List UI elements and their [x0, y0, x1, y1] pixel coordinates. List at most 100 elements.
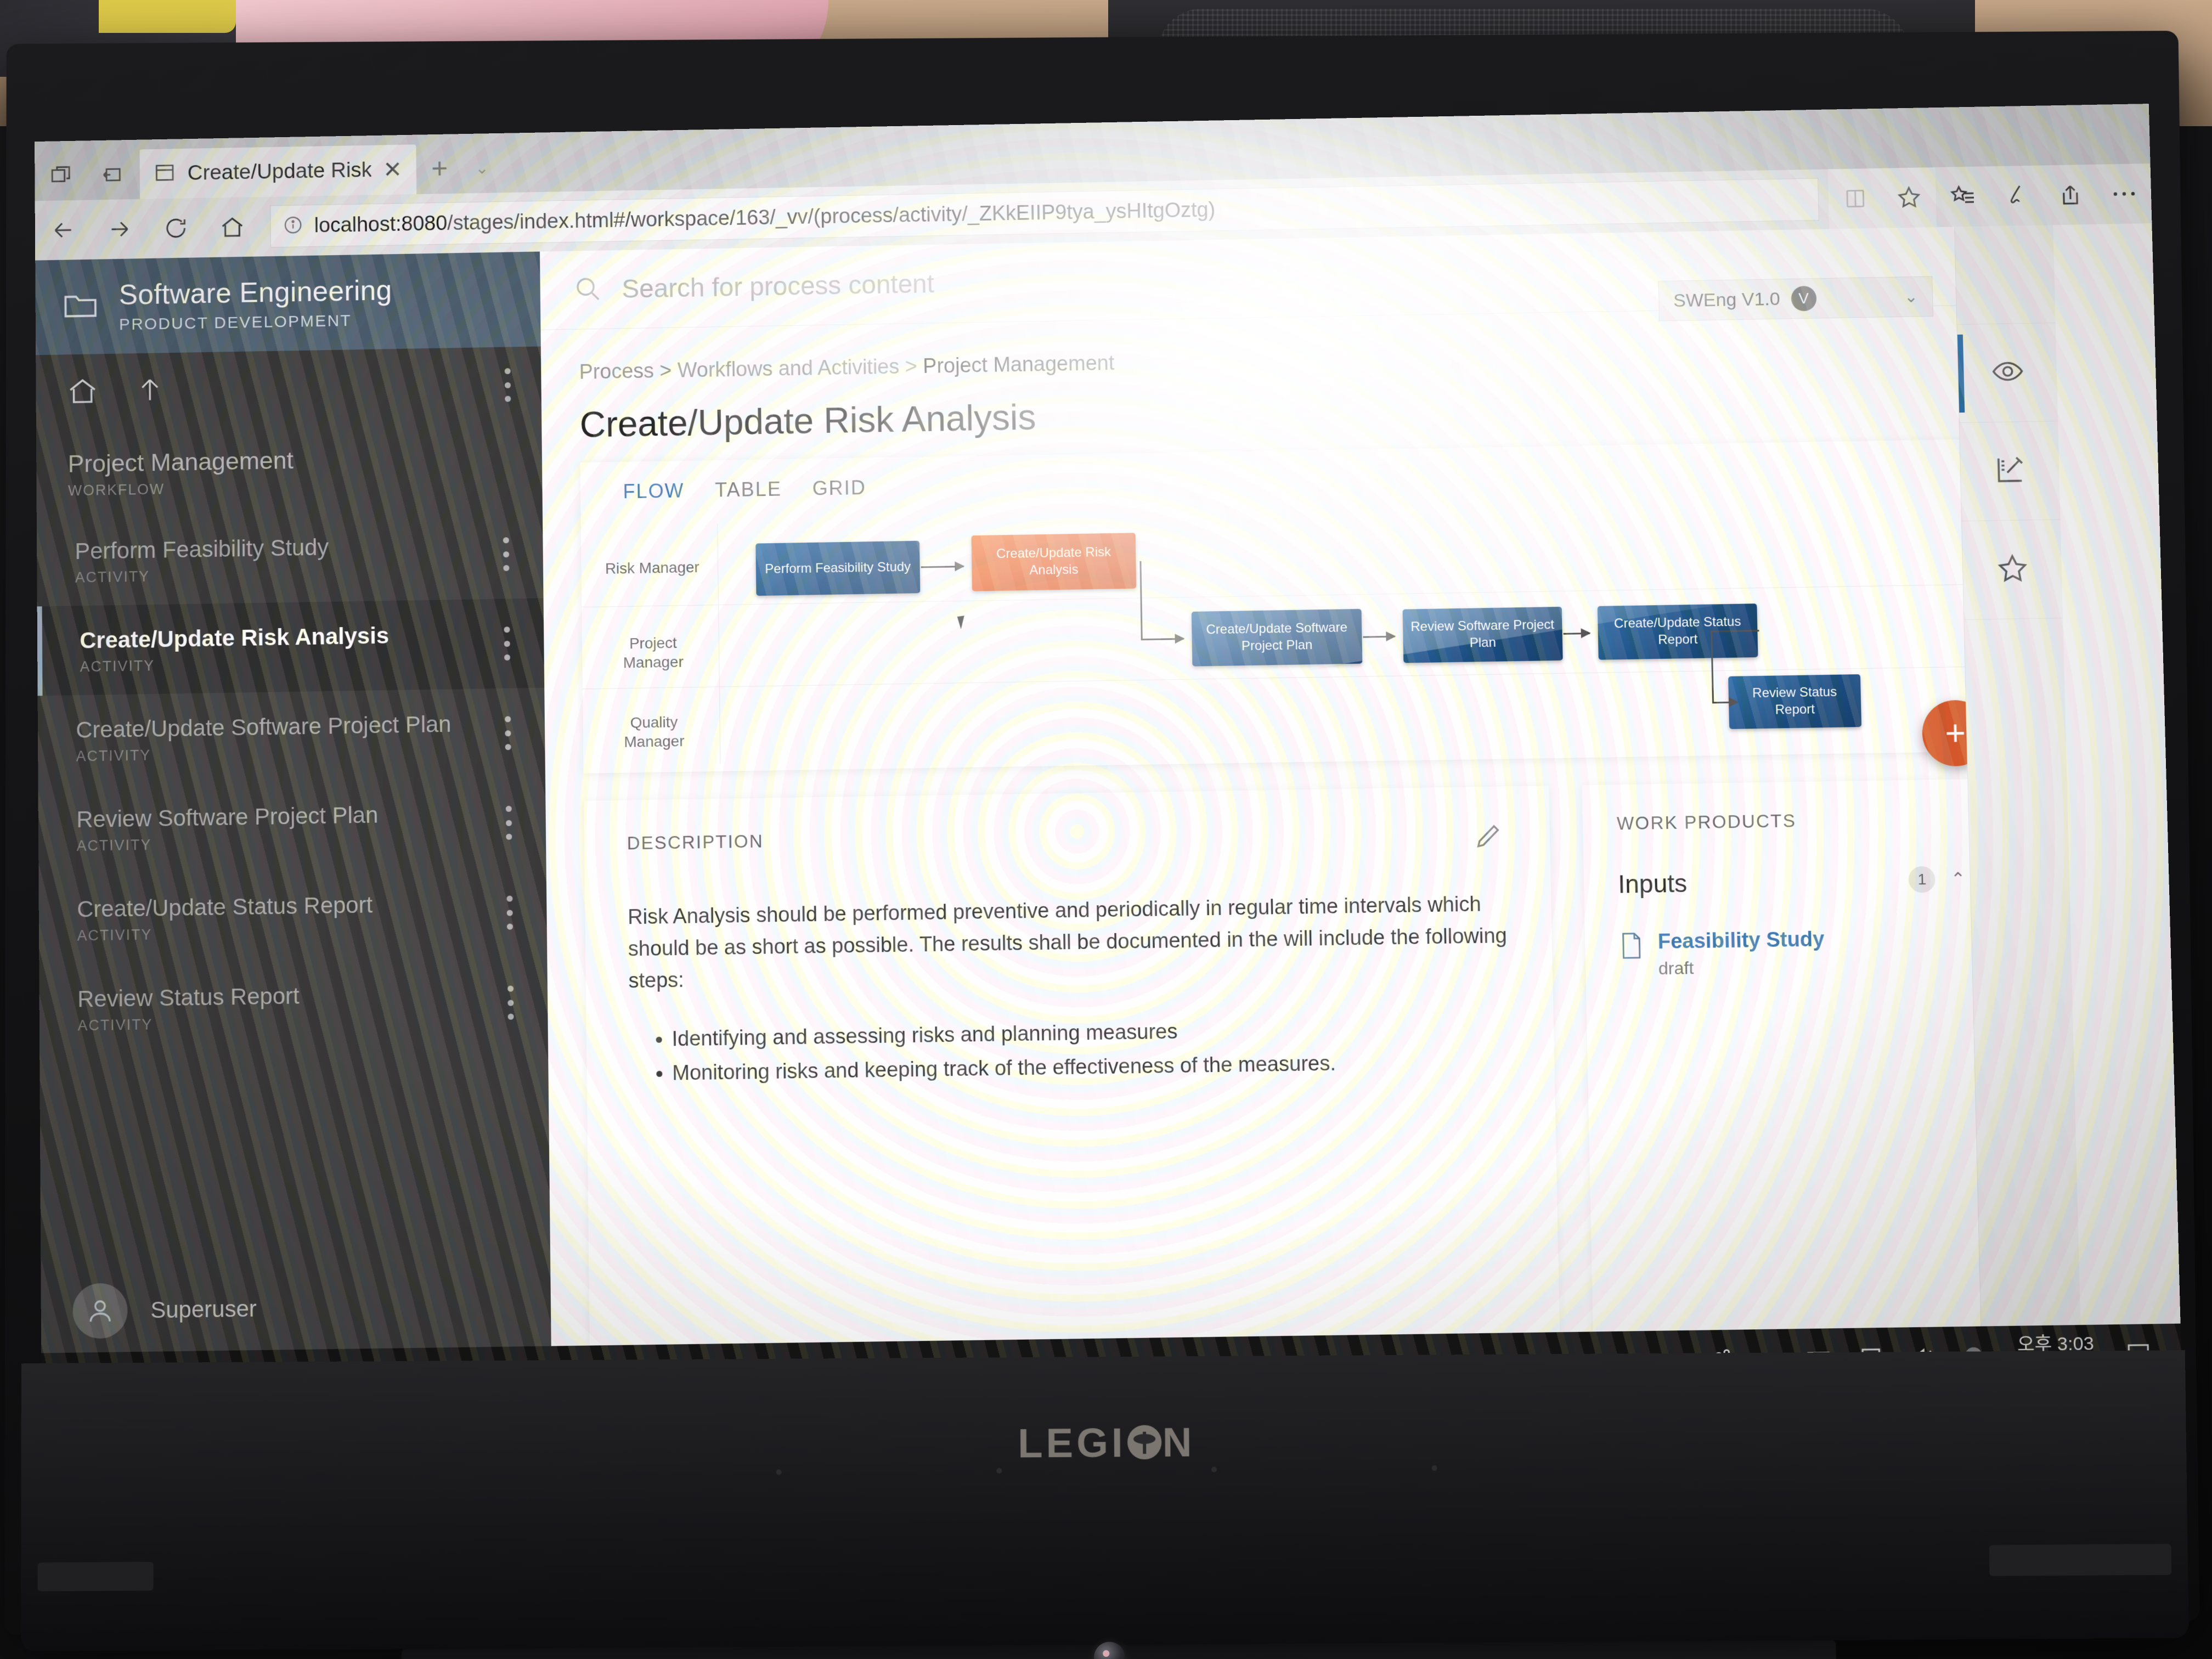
work-product-state: draft	[1658, 958, 1694, 979]
project-header[interactable]: Software Engineering PRODUCT DEVELOPMENT	[35, 251, 541, 356]
flow-node-review-software-project-plan[interactable]: Review Software Project Plan	[1402, 606, 1563, 663]
sidebar-workflow-header[interactable]: Project Management WORKFLOW	[36, 422, 543, 505]
description-text: Risk Analysis should be performed preven…	[628, 893, 1508, 992]
item-overflow-menu-icon[interactable]	[504, 716, 511, 751]
rail-spacer	[1955, 225, 2056, 325]
sidebar-item-type: ACTIVITY	[75, 568, 150, 586]
tab-grid[interactable]: GRID	[812, 476, 866, 500]
laptop-lower-bezel	[21, 1350, 2189, 1651]
breadcrumb-separator: >	[905, 355, 918, 379]
inputs-label: Inputs	[1617, 868, 1688, 899]
home-icon[interactable]	[204, 197, 261, 257]
breadcrumb-process[interactable]: Process	[579, 360, 654, 384]
sidebar-item-label: Perform Feasibility Study	[75, 534, 329, 564]
new-tab-button[interactable]: +	[416, 144, 463, 194]
folder-icon	[63, 290, 99, 324]
refresh-icon[interactable]	[148, 198, 204, 258]
background-object-yellow	[99, 0, 236, 33]
url-path: /stages/index.html#/workspace/163/_vv/(p…	[447, 198, 1216, 235]
hinge-left	[37, 1561, 154, 1592]
edit-pencil-icon[interactable]	[1471, 822, 1503, 856]
work-products-heading: WORK PRODUCTS	[1616, 810, 1797, 834]
search-icon	[573, 274, 602, 306]
document-icon	[1619, 930, 1644, 963]
star-icon	[1995, 551, 2030, 588]
workflow-label: Project Management	[67, 446, 294, 478]
edge-n3-n4	[1363, 635, 1395, 638]
set-tabs-aside-icon[interactable]	[86, 149, 138, 200]
edit-ruler-icon	[1993, 453, 2028, 490]
browser-tab[interactable]: Create/Update Risk Ana ✕	[139, 144, 417, 199]
inputs-count-badge: 1	[1908, 866, 1936, 893]
back-arrow-icon[interactable]	[35, 200, 92, 260]
item-overflow-menu-icon[interactable]	[506, 895, 513, 930]
url-text: localhost:8080/stages/index.html#/worksp…	[314, 198, 1216, 237]
version-selector[interactable]: SWEng V1.0 V ⌄	[1658, 276, 1933, 321]
sidebar-item-label: Create/Update Status Report	[77, 891, 373, 922]
item-overflow-menu-icon[interactable]	[507, 985, 514, 1020]
flow-node-create-update-risk-analysis[interactable]: Create/Update Risk Analysis	[971, 533, 1137, 591]
rail-favorite-button[interactable]	[1962, 520, 2063, 620]
home-icon[interactable]	[66, 374, 99, 410]
more-horizontal-icon[interactable]	[2096, 163, 2152, 224]
flow-node-review-status-report[interactable]: Review Status Report	[1728, 674, 1862, 729]
sidebar-item-label: Review Software Project Plan	[76, 802, 379, 833]
flow-node-create-update-software-project-plan[interactable]: Create/Update Software Project Plan	[1191, 608, 1363, 667]
up-arrow-icon[interactable]	[134, 373, 165, 409]
laptop-screen: Create/Update Risk Ana ✕ + ⌄	[35, 104, 2182, 1414]
version-label: SWEng V1.0	[1673, 288, 1781, 311]
reading-view-icon[interactable]	[1827, 168, 1883, 229]
rail-view-button[interactable]	[1957, 323, 2058, 424]
pen-icon[interactable]	[1989, 165, 2044, 226]
item-overflow-menu-icon[interactable]	[504, 627, 511, 661]
edge-n5-n6	[1712, 701, 1738, 704]
chevron-up-icon[interactable]: ⌃	[1950, 868, 1966, 890]
sidebar-item-review-software-project-plan[interactable]: Review Software Project Plan ACTIVITY	[38, 777, 546, 875]
left-sidebar: Software Engineering PRODUCT DEVELOPMENT	[35, 251, 552, 1414]
item-overflow-menu-icon[interactable]	[505, 805, 512, 840]
tab-table[interactable]: TABLE	[715, 478, 782, 502]
breadcrumb-current: Project Management	[923, 352, 1115, 378]
hinge-right	[1989, 1544, 2172, 1576]
description-bullets: Identifying and assessing risks and plan…	[629, 1011, 1510, 1091]
sidebar-overflow-menu-icon[interactable]	[504, 368, 511, 402]
work-product-name[interactable]: Feasibility Study	[1657, 928, 1825, 954]
workflow-type: WORKFLOW	[67, 481, 165, 499]
sidebar-item-type: ACTIVITY	[76, 836, 152, 854]
sidebar-item-create-update-status-report[interactable]: Create/Update Status Report ACTIVITY	[38, 867, 547, 965]
tab-close-icon[interactable]: ✕	[383, 156, 402, 182]
star-icon[interactable]	[1881, 167, 1937, 228]
lane-label-risk-manager: Risk Manager	[605, 558, 699, 577]
favorites-hub-icon[interactable]	[1935, 166, 1990, 227]
url-host: localhost:8080	[314, 212, 448, 237]
new-window-icon[interactable]	[35, 150, 86, 201]
sidebar-item-type: ACTIVITY	[77, 1016, 153, 1034]
work-products-inputs-section[interactable]: Inputs 1 ⌃	[1583, 861, 2015, 901]
stages-application: Software Engineering PRODUCT DEVELOPMENT	[35, 223, 2182, 1414]
forward-arrow-icon[interactable]	[91, 199, 148, 259]
share-icon[interactable]	[2042, 165, 2098, 225]
breadcrumb-workflows[interactable]: Workflows and Activities	[678, 356, 900, 382]
chevron-down-icon[interactable]: ⌄	[1904, 287, 1918, 306]
user-account[interactable]: Superuser	[41, 1263, 551, 1353]
tab-title: Create/Update Risk Ana	[187, 158, 371, 185]
chevron-down-icon[interactable]: ⌄	[462, 143, 501, 194]
legion-o-glyph	[1127, 1425, 1162, 1460]
work-product-row[interactable]: Feasibility Study draft	[1585, 925, 2017, 980]
laptop-body: Create/Update Risk Ana ✕ + ⌄	[4, 30, 2200, 1659]
sidebar-item-review-status-report[interactable]: Review Status Report ACTIVITY	[39, 957, 548, 1055]
flow-view-tabs: FLOW TABLE GRID	[580, 439, 2005, 504]
sidebar-item-create-update-software-project-plan[interactable]: Create/Update Software Project Plan ACTI…	[38, 688, 545, 786]
flow-node-perform-feasibility-study[interactable]: Perform Feasibility Study	[755, 540, 921, 596]
sidebar-item-perform-feasibility-study[interactable]: Perform Feasibility Study ACTIVITY	[37, 509, 544, 607]
item-overflow-menu-icon[interactable]	[503, 537, 510, 571]
site-info-icon[interactable]	[283, 215, 303, 238]
tab-flow[interactable]: FLOW	[623, 479, 685, 504]
sidebar-item-label: Create/Update Software Project Plan	[76, 711, 452, 743]
sidebar-item-create-update-risk-analysis[interactable]: Create/Update Risk Analysis ACTIVITY	[37, 598, 545, 696]
rail-edit-button[interactable]	[1959, 421, 2061, 522]
swimlane-diagram: Risk Manager Project Manager Quality Manag…	[580, 502, 2011, 766]
project-subtitle: PRODUCT DEVELOPMENT	[119, 311, 352, 334]
avatar	[72, 1283, 128, 1339]
description-heading: DESCRIPTION	[627, 831, 764, 854]
